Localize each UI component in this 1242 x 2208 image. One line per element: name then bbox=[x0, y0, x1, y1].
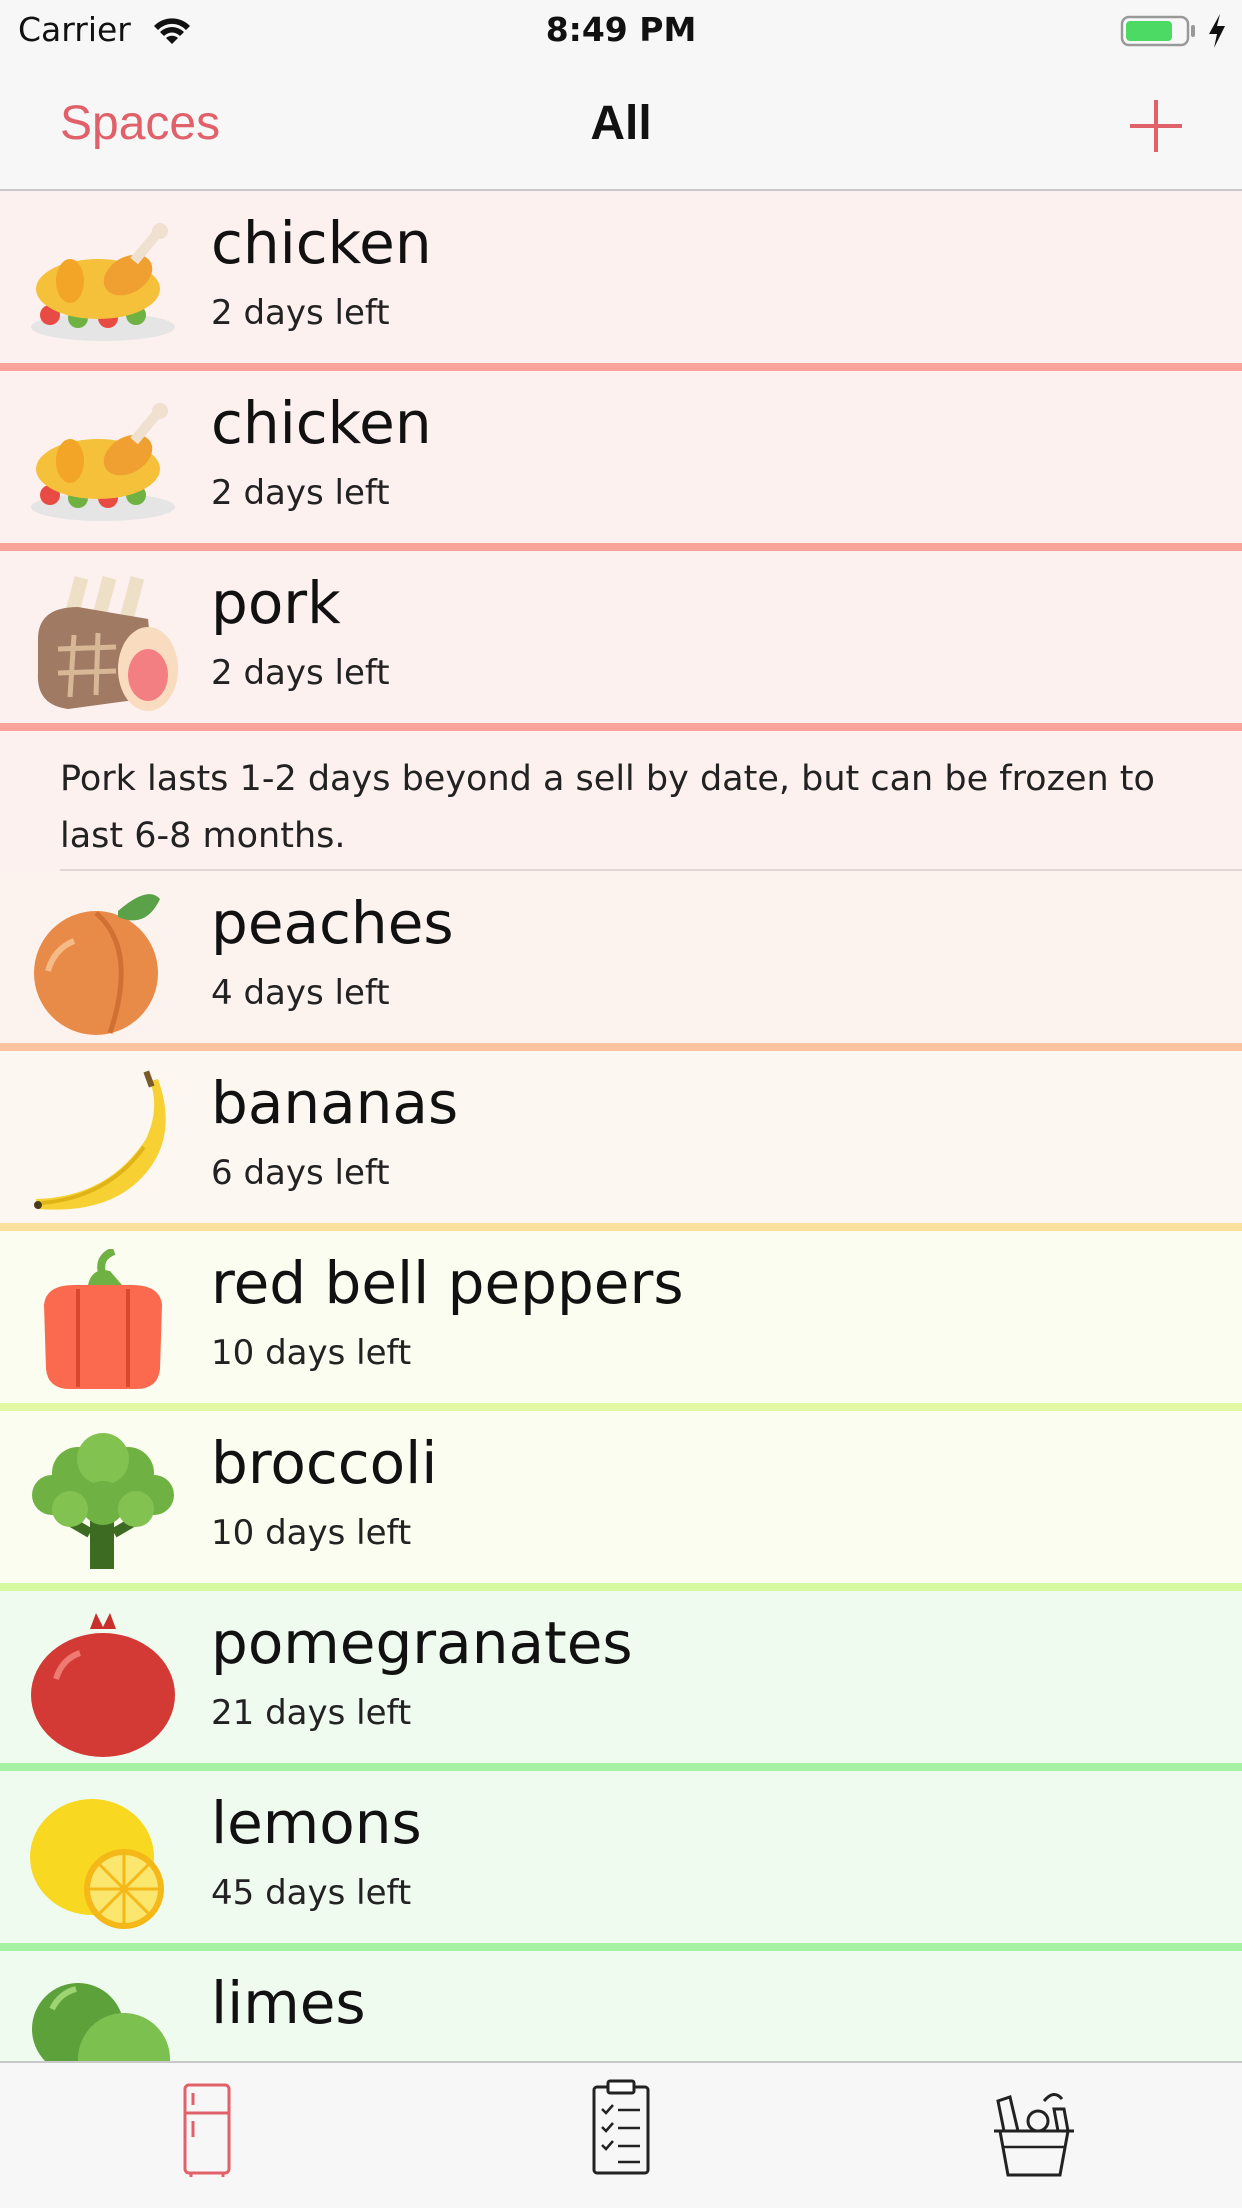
freshness-separator bbox=[0, 543, 1242, 551]
freshness-separator bbox=[0, 1403, 1242, 1411]
item-name: broccoli bbox=[211, 1429, 438, 1497]
plus-icon[interactable] bbox=[1128, 98, 1184, 154]
item-name: lemons bbox=[211, 1789, 422, 1857]
freshness-separator bbox=[0, 1943, 1242, 1951]
broccoli-icon bbox=[32, 1433, 174, 1569]
pork-roast-icon bbox=[37, 576, 178, 711]
days-left-label: 21 days left bbox=[211, 1693, 412, 1733]
basket-icon bbox=[994, 2093, 1074, 2177]
bell-pepper-icon bbox=[44, 1249, 162, 1389]
days-left-label: 2 days left bbox=[211, 293, 390, 333]
days-left-label: 10 days left bbox=[211, 1513, 412, 1553]
page-title: All bbox=[590, 97, 652, 150]
list-item[interactable]: limes bbox=[0, 1951, 1242, 2061]
clipboard-icon bbox=[592, 2079, 650, 2175]
freshness-separator bbox=[0, 1223, 1242, 1231]
lime-icon bbox=[32, 1983, 170, 2061]
item-list[interactable]: chicken 2 days left chicken 2 days left po… bbox=[0, 191, 1242, 2061]
status-bar: Carrier 8:49 PM bbox=[0, 0, 1242, 62]
days-left-label: 2 days left bbox=[211, 653, 390, 693]
list-item[interactable]: pork 2 days left bbox=[0, 551, 1242, 731]
roast-chicken-icon bbox=[31, 223, 175, 341]
freshness-separator bbox=[0, 1763, 1242, 1771]
peach-icon bbox=[34, 894, 160, 1035]
roast-chicken-icon bbox=[31, 403, 175, 521]
item-name: pork bbox=[211, 569, 341, 637]
tab-bar bbox=[0, 2061, 1242, 2208]
storage-note-text: Pork lasts 1-2 days beyond a sell by dat… bbox=[60, 759, 1155, 856]
nav-bar: Spaces All bbox=[0, 62, 1242, 191]
days-left-label: 4 days left bbox=[211, 973, 390, 1013]
days-left-label: 6 days left bbox=[211, 1153, 390, 1193]
status-time: 8:49 PM bbox=[545, 10, 697, 49]
tab-checklist[interactable] bbox=[560, 2079, 680, 2179]
storage-note: Pork lasts 1-2 days beyond a sell by dat… bbox=[0, 731, 1242, 871]
lemon-icon bbox=[30, 1799, 164, 1929]
pomegranate-icon bbox=[31, 1613, 175, 1757]
list-item[interactable]: chicken 2 days left bbox=[0, 191, 1242, 371]
tab-fridge[interactable] bbox=[147, 2079, 267, 2179]
days-left-label: 2 days left bbox=[211, 473, 390, 513]
list-item[interactable]: chicken 2 days left bbox=[0, 371, 1242, 551]
freshness-separator bbox=[0, 1043, 1242, 1051]
item-name: limes bbox=[211, 1969, 366, 2037]
item-name: pomegranates bbox=[211, 1609, 633, 1677]
item-name: red bell peppers bbox=[211, 1249, 684, 1317]
battery-icon bbox=[1120, 15, 1195, 47]
list-item[interactable]: broccoli 10 days left bbox=[0, 1411, 1242, 1591]
item-name: chicken bbox=[211, 389, 432, 457]
freshness-separator bbox=[0, 1583, 1242, 1591]
item-name: chicken bbox=[211, 209, 432, 277]
item-name: peaches bbox=[211, 889, 454, 957]
freshness-separator bbox=[0, 363, 1242, 371]
list-item[interactable]: lemons 45 days left bbox=[0, 1771, 1242, 1951]
tab-basket[interactable] bbox=[974, 2079, 1094, 2179]
banana-icon bbox=[34, 1070, 166, 1210]
screen: Carrier 8:49 PM Spaces All chicken 2 day… bbox=[0, 0, 1242, 2208]
list-item[interactable]: peaches 4 days left bbox=[0, 871, 1242, 1051]
days-left-label: 45 days left bbox=[211, 1873, 412, 1913]
freshness-separator bbox=[0, 723, 1242, 731]
item-name: bananas bbox=[211, 1069, 459, 1137]
days-left-label: 10 days left bbox=[211, 1333, 412, 1373]
list-item[interactable]: bananas 6 days left bbox=[0, 1051, 1242, 1231]
charging-icon bbox=[1209, 14, 1225, 48]
list-item[interactable]: red bell peppers 10 days left bbox=[0, 1231, 1242, 1411]
fridge-icon bbox=[183, 2083, 231, 2177]
list-item[interactable]: pomegranates 21 days left bbox=[0, 1591, 1242, 1771]
